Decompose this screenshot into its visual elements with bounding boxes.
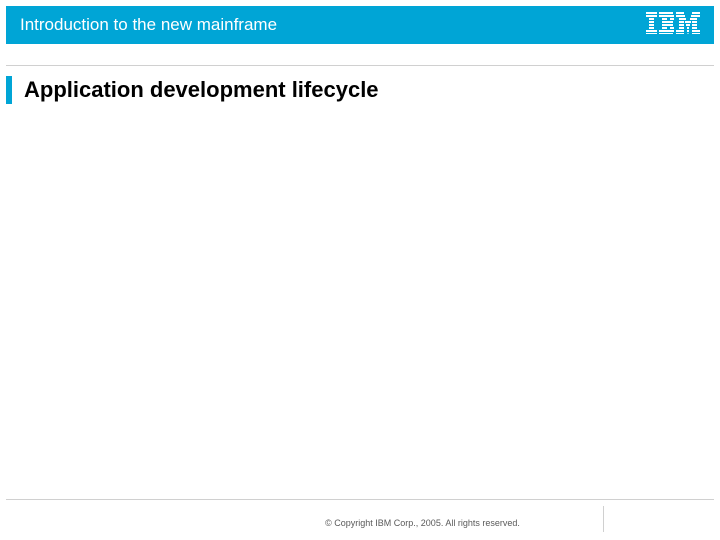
horizontal-rule <box>6 499 714 500</box>
title-section: Application development lifecycle <box>6 65 714 114</box>
header-title: Introduction to the new mainframe <box>20 15 277 35</box>
ibm-logo-icon <box>646 12 700 39</box>
copyright-text: © Copyright IBM Corp., 2005. All rights … <box>325 518 520 528</box>
header-bar: Introduction to the new mainframe <box>6 6 714 44</box>
footer-section: © Copyright IBM Corp., 2005. All rights … <box>6 518 714 528</box>
page-title: Application development lifecycle <box>24 77 379 103</box>
vertical-divider <box>603 506 604 532</box>
title-accent-bar <box>6 76 12 104</box>
title-row: Application development lifecycle <box>6 66 714 114</box>
